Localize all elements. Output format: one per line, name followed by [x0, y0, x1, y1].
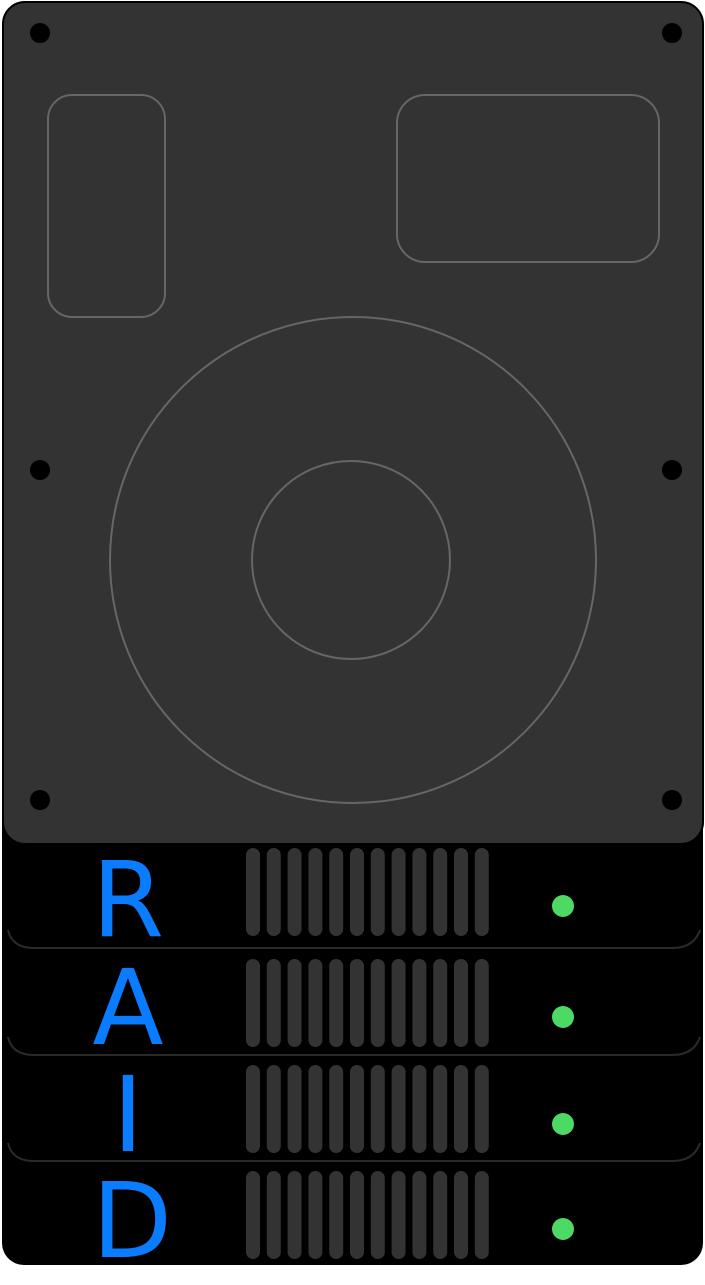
- vent-slot: [433, 959, 448, 1047]
- vent-slot: [391, 848, 406, 936]
- vent-slot: [391, 959, 406, 1047]
- vent-slot: [266, 1171, 281, 1259]
- screw-icon: [30, 23, 50, 43]
- vent-slot: [246, 848, 260, 936]
- vent-slot: [454, 1065, 468, 1153]
- vent-slot: [329, 1171, 344, 1259]
- vent-slot: [433, 1171, 448, 1259]
- vent-slot: [329, 1065, 344, 1153]
- vent-slot: [287, 1171, 302, 1259]
- vent-slot: [287, 959, 302, 1047]
- vent-slot: [454, 959, 468, 1047]
- vent-slot: [266, 1065, 281, 1153]
- vent-slot: [246, 1065, 260, 1153]
- bay-letter: A: [92, 947, 163, 1069]
- vent-slot: [350, 959, 364, 1047]
- bay-letter: D: [92, 1160, 172, 1282]
- vent-slot: [474, 959, 489, 1047]
- vent-slot: [474, 848, 489, 936]
- vent-slot: [412, 959, 427, 1047]
- vent-slot: [350, 1065, 364, 1153]
- vent-slot: [370, 959, 385, 1047]
- vent-slot: [454, 848, 468, 936]
- vent-slot: [350, 848, 364, 936]
- status-led: [552, 1006, 574, 1028]
- vent-slot: [370, 1065, 385, 1153]
- vent-slot: [454, 1171, 468, 1259]
- vent-slot: [433, 1065, 448, 1153]
- vent-slot: [287, 848, 302, 936]
- vent-slot: [246, 959, 260, 1047]
- vent-slot: [308, 1171, 323, 1259]
- screw-icon: [662, 790, 682, 810]
- vent-slot: [433, 848, 448, 936]
- status-led: [552, 895, 574, 917]
- top-cover: [2, 1, 704, 845]
- vent-slot: [246, 1171, 260, 1259]
- vent-slot: [391, 1171, 406, 1259]
- vent-slot: [474, 1065, 489, 1153]
- vent-slot: [308, 959, 323, 1047]
- vent-slot: [370, 848, 385, 936]
- vent-slot: [391, 1065, 406, 1153]
- vent-slot: [308, 848, 323, 936]
- vent-slot: [287, 1065, 302, 1153]
- bay-letter: R: [92, 839, 164, 961]
- vent-slot: [308, 1065, 323, 1153]
- vent-slot: [412, 1171, 427, 1259]
- screw-icon: [662, 23, 682, 43]
- vent-slot: [266, 959, 281, 1047]
- vent-slot: [329, 848, 344, 936]
- vent-slot: [474, 1171, 489, 1259]
- top-cover-panel: [2, 1, 704, 845]
- screw-icon: [30, 790, 50, 810]
- raid-enclosure-graphic: R A I D: [2, 1, 704, 1282]
- screw-icon: [662, 460, 682, 480]
- vent-slot: [412, 1065, 427, 1153]
- bay-letter: I: [113, 1054, 144, 1176]
- vent-slot: [370, 1171, 385, 1259]
- vent-slot: [412, 848, 427, 936]
- status-led: [552, 1218, 574, 1240]
- screw-icon: [30, 460, 50, 480]
- vent-slot: [266, 848, 281, 936]
- status-led: [552, 1113, 574, 1135]
- vent-slot: [329, 959, 344, 1047]
- vent-slot: [350, 1171, 364, 1259]
